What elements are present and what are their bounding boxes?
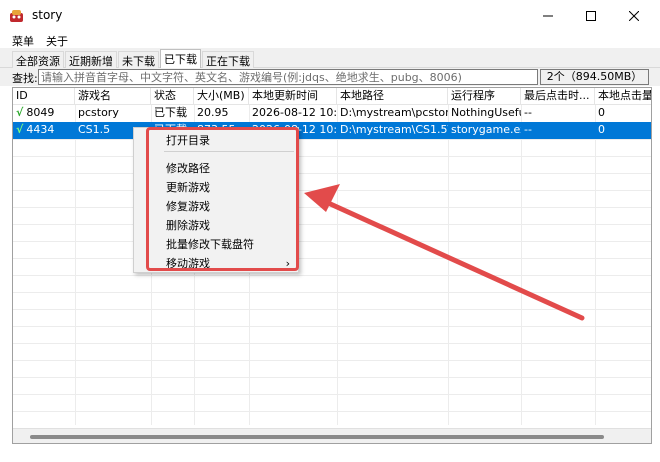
grid-line	[13, 326, 651, 327]
close-icon	[629, 11, 639, 21]
cell-game-name: pcstory	[78, 106, 119, 119]
cell-path: D:\mystream\pcstory\	[340, 106, 448, 119]
grid-line	[13, 343, 651, 344]
cell-id: √ 8049	[13, 105, 75, 122]
search-label: 查找:	[12, 72, 38, 85]
table-row-selected[interactable]: √4434 CS1.5 已下载 873.55 2026-08-12 10:3..…	[13, 122, 651, 139]
column-header-clicks[interactable]: 本地点击量	[595, 88, 651, 105]
search-input[interactable]	[38, 69, 538, 85]
tab-strip: 全部资源 近期新增 未下载 已下载 正在下载	[0, 48, 660, 69]
table-header-row: ID 游戏名 状态 大小(MB) 本地更新时间 本地路径 运行程序 最后点击时.…	[13, 88, 651, 105]
grid-line	[13, 190, 651, 191]
grid-line	[13, 309, 651, 310]
tab-recently-added[interactable]: 近期新增	[65, 51, 117, 68]
grid-line	[13, 241, 651, 242]
cell-last-click: --	[524, 123, 532, 136]
grid-line	[13, 411, 651, 412]
column-header-path[interactable]: 本地路径	[337, 88, 448, 105]
tab-not-downloaded[interactable]: 未下载	[118, 51, 159, 68]
cell-id: √ 4434	[13, 122, 75, 139]
tab-all-resources[interactable]: 全部资源	[12, 51, 64, 68]
tab-downloading[interactable]: 正在下载	[202, 51, 254, 68]
grid-line	[13, 156, 651, 157]
grid-line	[13, 292, 651, 293]
grid-line	[13, 207, 651, 208]
minimize-icon	[543, 15, 553, 17]
window-title: story	[32, 8, 63, 22]
grid-line	[13, 224, 651, 225]
grid-line	[13, 377, 651, 378]
cell-id-value: 4434	[26, 123, 55, 136]
maximize-icon	[586, 11, 596, 21]
minimize-button[interactable]	[526, 0, 570, 32]
cell-status: 已下载	[154, 106, 187, 119]
cell-exe: NothingUsefu...	[451, 106, 521, 119]
cell-id-value: 8049	[26, 106, 55, 119]
downloaded-check-icon: √	[16, 123, 24, 136]
app-logo-icon	[10, 10, 23, 22]
grid-line	[13, 360, 651, 361]
menu-item-about[interactable]: 关于	[46, 33, 68, 49]
grid-line	[13, 139, 651, 140]
table-row[interactable]: √8049 pcstory 已下载 20.95 2026-08-12 10:3.…	[13, 105, 651, 122]
cell-updated: 2026-08-12 10:3...	[252, 106, 337, 119]
close-button[interactable]	[612, 0, 656, 32]
grid-line	[13, 275, 651, 276]
column-header-exe[interactable]: 运行程序	[448, 88, 521, 105]
grid-line	[13, 394, 651, 395]
resource-count-display: 2个（894.50MB）	[540, 69, 649, 85]
annotation-highlight-box	[146, 127, 299, 271]
downloaded-check-icon: √	[16, 106, 24, 119]
column-header-updated[interactable]: 本地更新时间	[249, 88, 337, 105]
cell-path: D:\mystream\CS1.5\	[340, 123, 448, 136]
tab-downloaded[interactable]: 已下载	[160, 49, 201, 69]
column-header-last-click[interactable]: 最后点击时...	[521, 88, 595, 105]
horizontal-scrollbar[interactable]	[13, 428, 651, 443]
search-row: 查找: 2个（894.50MB）	[0, 68, 660, 86]
column-header-status[interactable]: 状态	[151, 88, 194, 105]
menu-bar: 菜单 关于	[0, 32, 660, 48]
cell-clicks: 0	[598, 123, 605, 136]
cell-exe: storygame.exe	[451, 123, 521, 136]
cell-size: 20.95	[197, 106, 229, 119]
cell-last-click: --	[524, 106, 532, 119]
maximize-button[interactable]	[569, 0, 613, 32]
cell-clicks: 0	[598, 106, 605, 119]
column-header-size[interactable]: 大小(MB)	[194, 88, 249, 105]
column-header-id[interactable]: ID	[13, 88, 75, 105]
grid-line	[13, 258, 651, 259]
column-header-game-name[interactable]: 游戏名	[75, 88, 151, 105]
grid-line	[13, 173, 651, 174]
scrollbar-thumb[interactable]	[30, 435, 604, 439]
game-table: ID 游戏名 状态 大小(MB) 本地更新时间 本地路径 运行程序 最后点击时.…	[12, 87, 652, 444]
title-bar: story	[0, 0, 660, 32]
menu-item-menu[interactable]: 菜单	[12, 33, 34, 49]
